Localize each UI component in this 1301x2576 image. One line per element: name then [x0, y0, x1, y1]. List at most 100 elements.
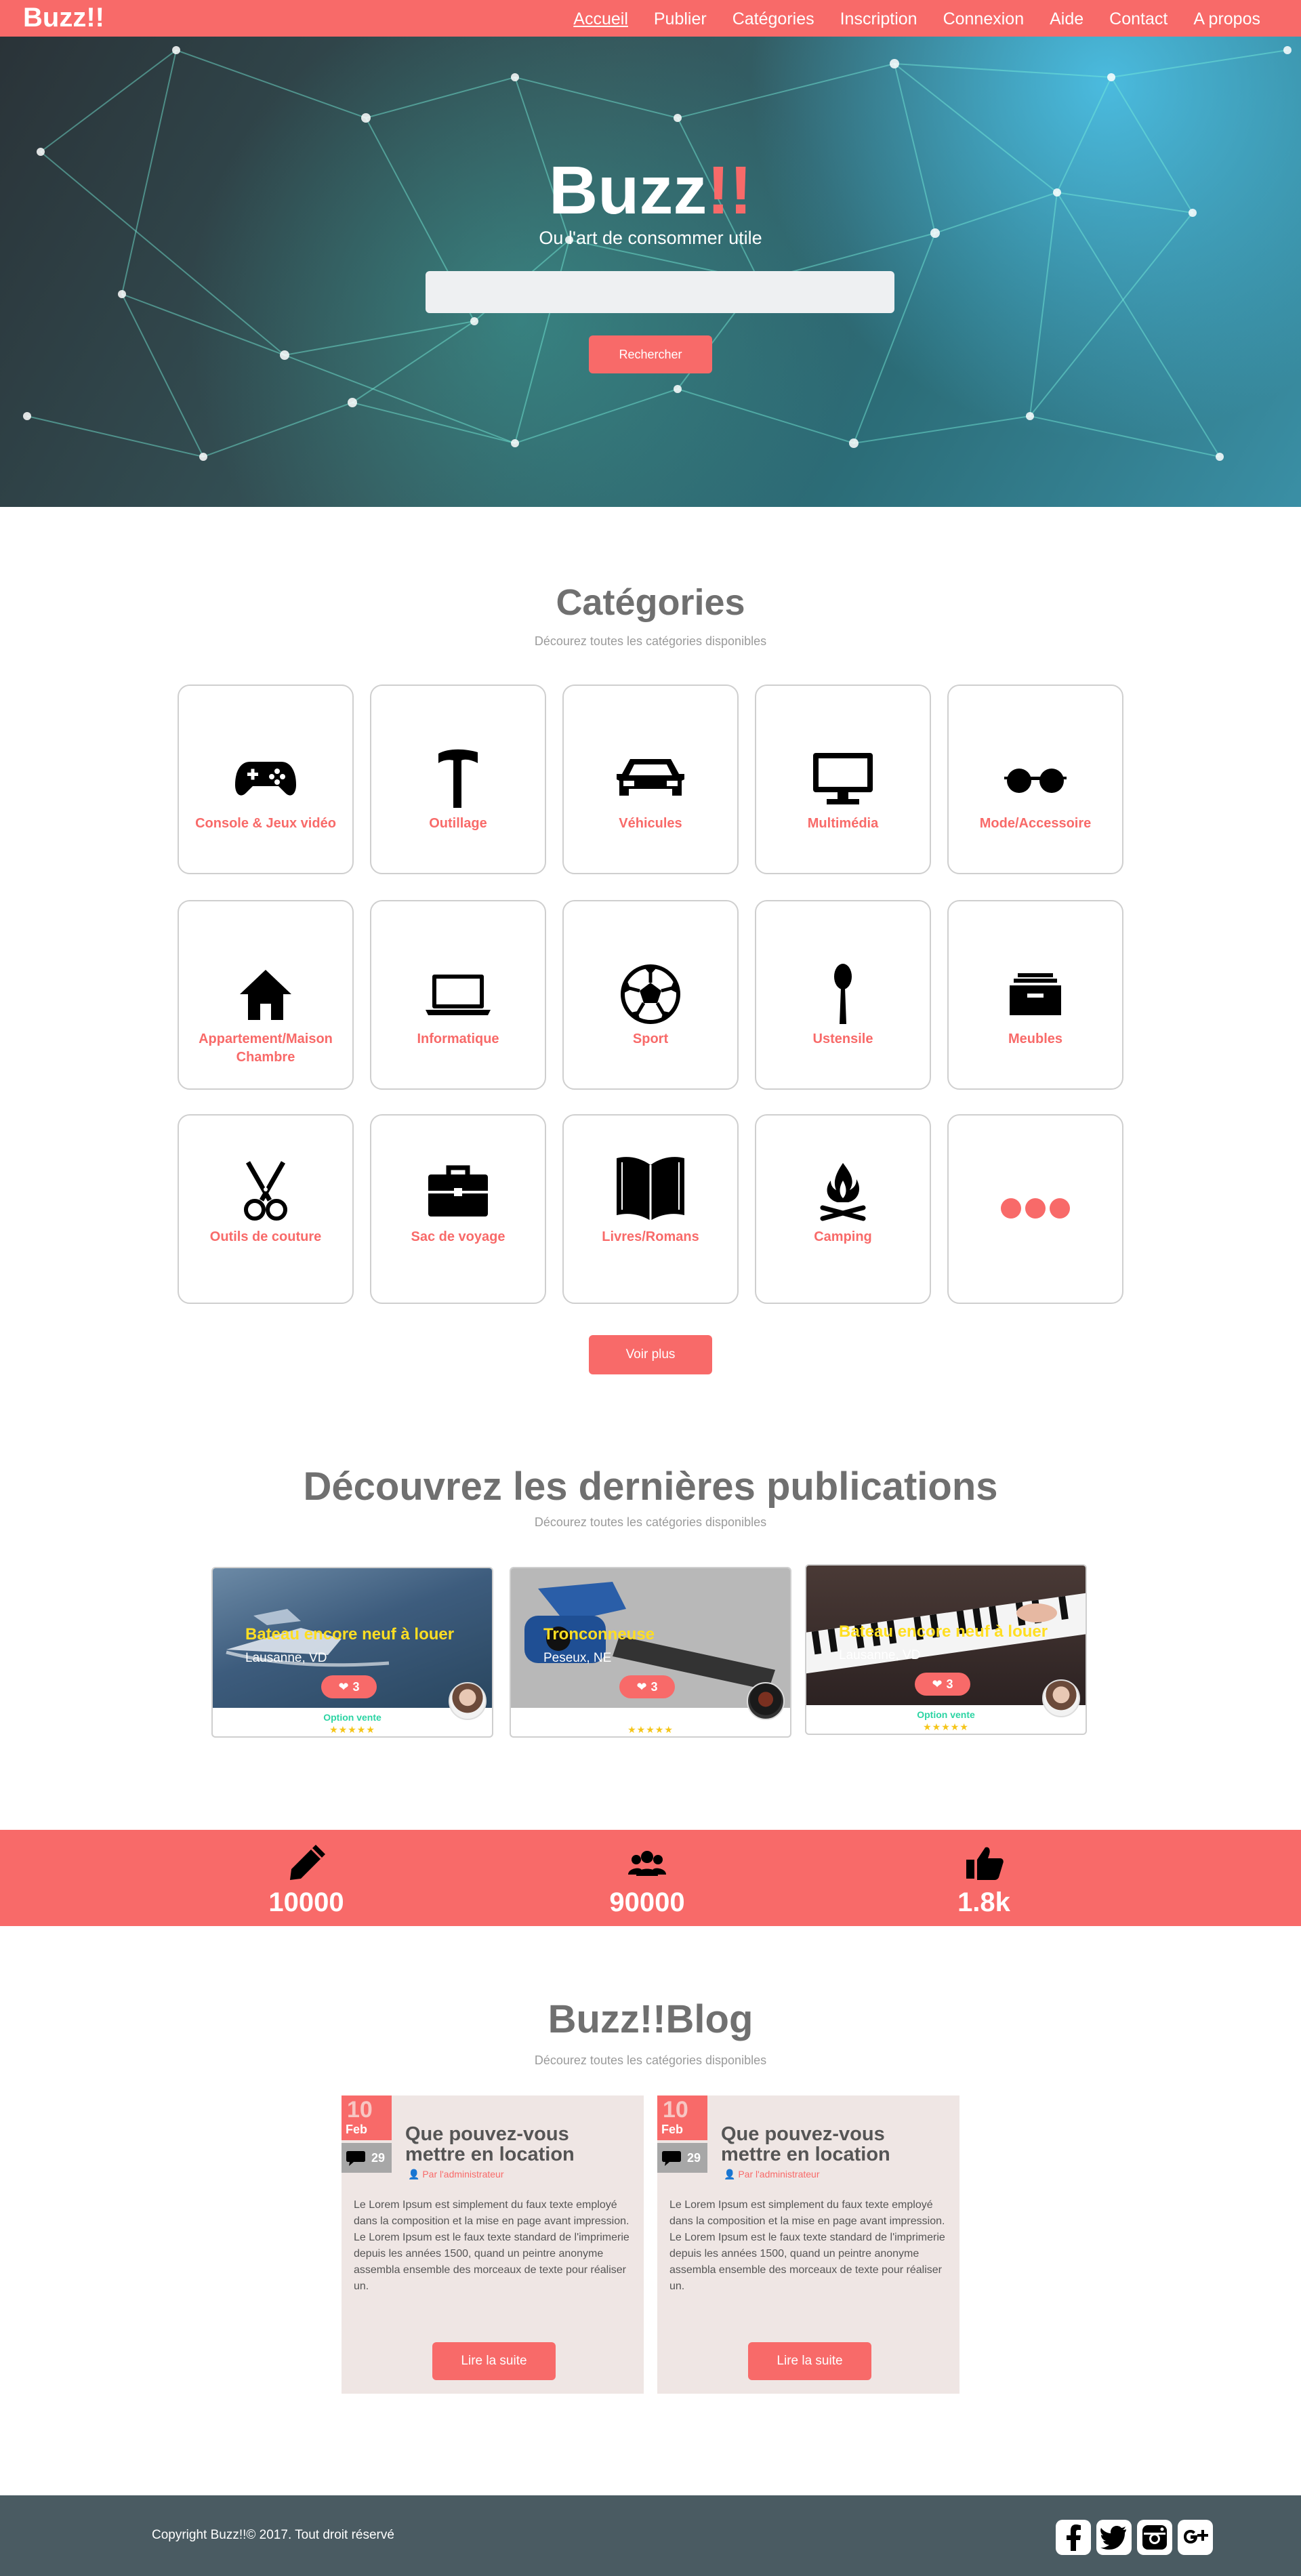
stat-value: 10000 — [268, 1887, 344, 1917]
post-title[interactable]: Que pouvez-vous mettre en location — [405, 2124, 629, 2165]
category-card-appartement[interactable]: Appartement/Maison Chambre — [178, 900, 354, 1090]
campfire-icon — [756, 1160, 930, 1221]
nav-link-publier[interactable]: Publier — [654, 9, 707, 29]
category-card-sac[interactable]: Sac de voyage — [370, 1114, 546, 1304]
heart-icon: ❤ — [338, 1679, 349, 1694]
category-label: Informatique — [417, 1031, 499, 1046]
stat-users: 90000 — [545, 1843, 749, 1918]
option-vente-label: Option vente — [917, 1709, 975, 1720]
house-icon — [179, 964, 352, 1025]
nav-link-inscription[interactable]: Inscription — [840, 9, 917, 29]
category-label: Outils de couture — [209, 1229, 322, 1244]
category-label: Camping — [814, 1229, 872, 1244]
hero-search-input[interactable] — [426, 271, 894, 313]
category-card-console[interactable]: Console & Jeux vidéo — [178, 684, 354, 874]
likes-badge[interactable]: ❤ 3 — [321, 1675, 377, 1698]
hero-banner: Buzz!! Ou l'art de consommer utile Reche… — [0, 37, 1301, 507]
post-day: 10 — [663, 2097, 688, 2123]
comment-icon — [662, 2151, 681, 2166]
drawer-icon — [949, 964, 1122, 1025]
post-author-label: Par l'administrateur — [422, 2169, 504, 2180]
nav-link-contact[interactable]: Contact — [1109, 9, 1168, 29]
category-card-sport[interactable]: Sport — [562, 900, 739, 1090]
spoon-icon — [756, 964, 930, 1025]
nav-link-connexion[interactable]: Connexion — [943, 9, 1025, 29]
instagram-icon[interactable] — [1137, 2520, 1172, 2555]
laptop-icon — [371, 964, 545, 1025]
publication-card[interactable]: Bateau encore neuf à louer Lausanne, VD … — [211, 1567, 493, 1738]
category-label: Sac de voyage — [411, 1229, 505, 1244]
category-label: Appartement/Maison Chambre — [199, 1031, 333, 1065]
briefcase-icon — [371, 1160, 545, 1221]
facebook-icon[interactable] — [1056, 2520, 1091, 2555]
category-label: Outillage — [429, 816, 487, 831]
stat-value: 1.8k — [957, 1887, 1010, 1917]
category-card-more[interactable] — [947, 1114, 1123, 1304]
categories-title: Catégories — [556, 582, 745, 623]
category-card-outillage[interactable]: Outillage — [370, 684, 546, 874]
gamepad-icon — [179, 748, 352, 809]
brand-logo[interactable]: Buzz!! — [23, 3, 104, 33]
user-icon: 👤 — [408, 2169, 420, 2180]
category-card-informatique[interactable]: Informatique — [370, 900, 546, 1090]
comments-count: 29 — [371, 2151, 386, 2165]
category-card-livres[interactable]: Livres/Romans — [562, 1114, 739, 1304]
comments-badge[interactable]: 29 — [342, 2143, 392, 2173]
copyright-text: Copyright Buzz!!© 2017. Tout droit réser… — [152, 2528, 394, 2542]
post-excerpt: Le Lorem Ipsum est simplement du faux te… — [354, 2199, 629, 2292]
nav-links: Accueil Publier Catégories Inscription C… — [548, 9, 1260, 29]
blog-post-card: 10 Feb 29 Que pouvez-vous mettre en loca… — [342, 2095, 644, 2394]
hero-title-bang: !! — [707, 152, 752, 228]
search-button[interactable]: Rechercher — [589, 335, 712, 373]
hero-title-main: Buzz — [549, 152, 707, 228]
category-card-multimedia[interactable]: Multimédia — [755, 684, 931, 874]
see-more-categories-button[interactable]: Voir plus — [589, 1335, 712, 1374]
category-label: Véhicules — [619, 816, 682, 831]
read-more-button[interactable]: Lire la suite — [748, 2342, 871, 2380]
blog-title: Buzz!!Blog — [548, 1997, 753, 2041]
post-month: Feb — [346, 2123, 368, 2136]
publication-title[interactable]: Bateau encore neuf à louer — [245, 1625, 454, 1644]
scissors-icon — [179, 1160, 352, 1221]
post-day: 10 — [347, 2097, 373, 2123]
nav-link-aide[interactable]: Aide — [1050, 9, 1083, 29]
category-label: Mode/Accessoire — [979, 816, 1092, 831]
heart-icon: ❤ — [636, 1679, 647, 1694]
publication-title[interactable]: Bateau encore neuf à louer — [839, 1622, 1048, 1641]
twitter-icon[interactable] — [1096, 2520, 1132, 2555]
soccer-ball-icon — [564, 964, 737, 1025]
users-icon — [628, 1851, 666, 1876]
glasses-icon — [949, 748, 1122, 809]
category-card-mode[interactable]: Mode/Accessoire — [947, 684, 1123, 874]
hammer-icon — [371, 748, 545, 809]
nav-link-a-propos[interactable]: A propos — [1193, 9, 1260, 29]
category-label: Console & Jeux vidéo — [195, 816, 336, 831]
publication-card[interactable]: Bateau encore neuf à louer Lausanne, VD … — [805, 1564, 1087, 1735]
category-label: Ustensile — [812, 1031, 873, 1046]
publication-card[interactable]: Tronconneuse Peseux, NE ❤ 3 ★★★★★ — [510, 1567, 791, 1738]
category-card-vehicules[interactable]: Véhicules — [562, 684, 739, 874]
nav-link-categories[interactable]: Catégories — [732, 9, 814, 29]
read-more-button[interactable]: Lire la suite — [432, 2342, 556, 2380]
category-label: Sport — [632, 1031, 669, 1046]
post-author: 👤 Par l'administrateur — [724, 2169, 820, 2180]
category-card-camping[interactable]: Camping — [755, 1114, 931, 1304]
publication-title[interactable]: Tronconneuse — [543, 1625, 655, 1644]
book-icon — [564, 1156, 737, 1221]
category-card-ustensile[interactable]: Ustensile — [755, 900, 931, 1090]
post-title[interactable]: Que pouvez-vous mettre en location — [721, 2124, 945, 2165]
publications-subtitle: Décourez toutes les catégories disponibl… — [534, 1515, 767, 1529]
google-plus-icon[interactable] — [1178, 2520, 1213, 2555]
nav-link-accueil[interactable]: Accueil — [573, 9, 628, 29]
likes-badge[interactable]: ❤ 3 — [619, 1675, 675, 1698]
comments-badge[interactable]: 29 — [657, 2143, 707, 2173]
option-vente-label: Option vente — [323, 1712, 381, 1723]
monitor-icon — [756, 748, 930, 809]
avatar[interactable] — [747, 1682, 785, 1720]
hero-title: Buzz!! — [0, 152, 1301, 230]
rating-stars: ★★★★★ — [923, 1721, 969, 1732]
likes-badge[interactable]: ❤ 3 — [915, 1673, 970, 1696]
category-card-meubles[interactable]: Meubles — [947, 900, 1123, 1090]
blog-post-card: 10 Feb 29 Que pouvez-vous mettre en loca… — [657, 2095, 959, 2394]
category-card-couture[interactable]: Outils de couture — [178, 1114, 354, 1304]
